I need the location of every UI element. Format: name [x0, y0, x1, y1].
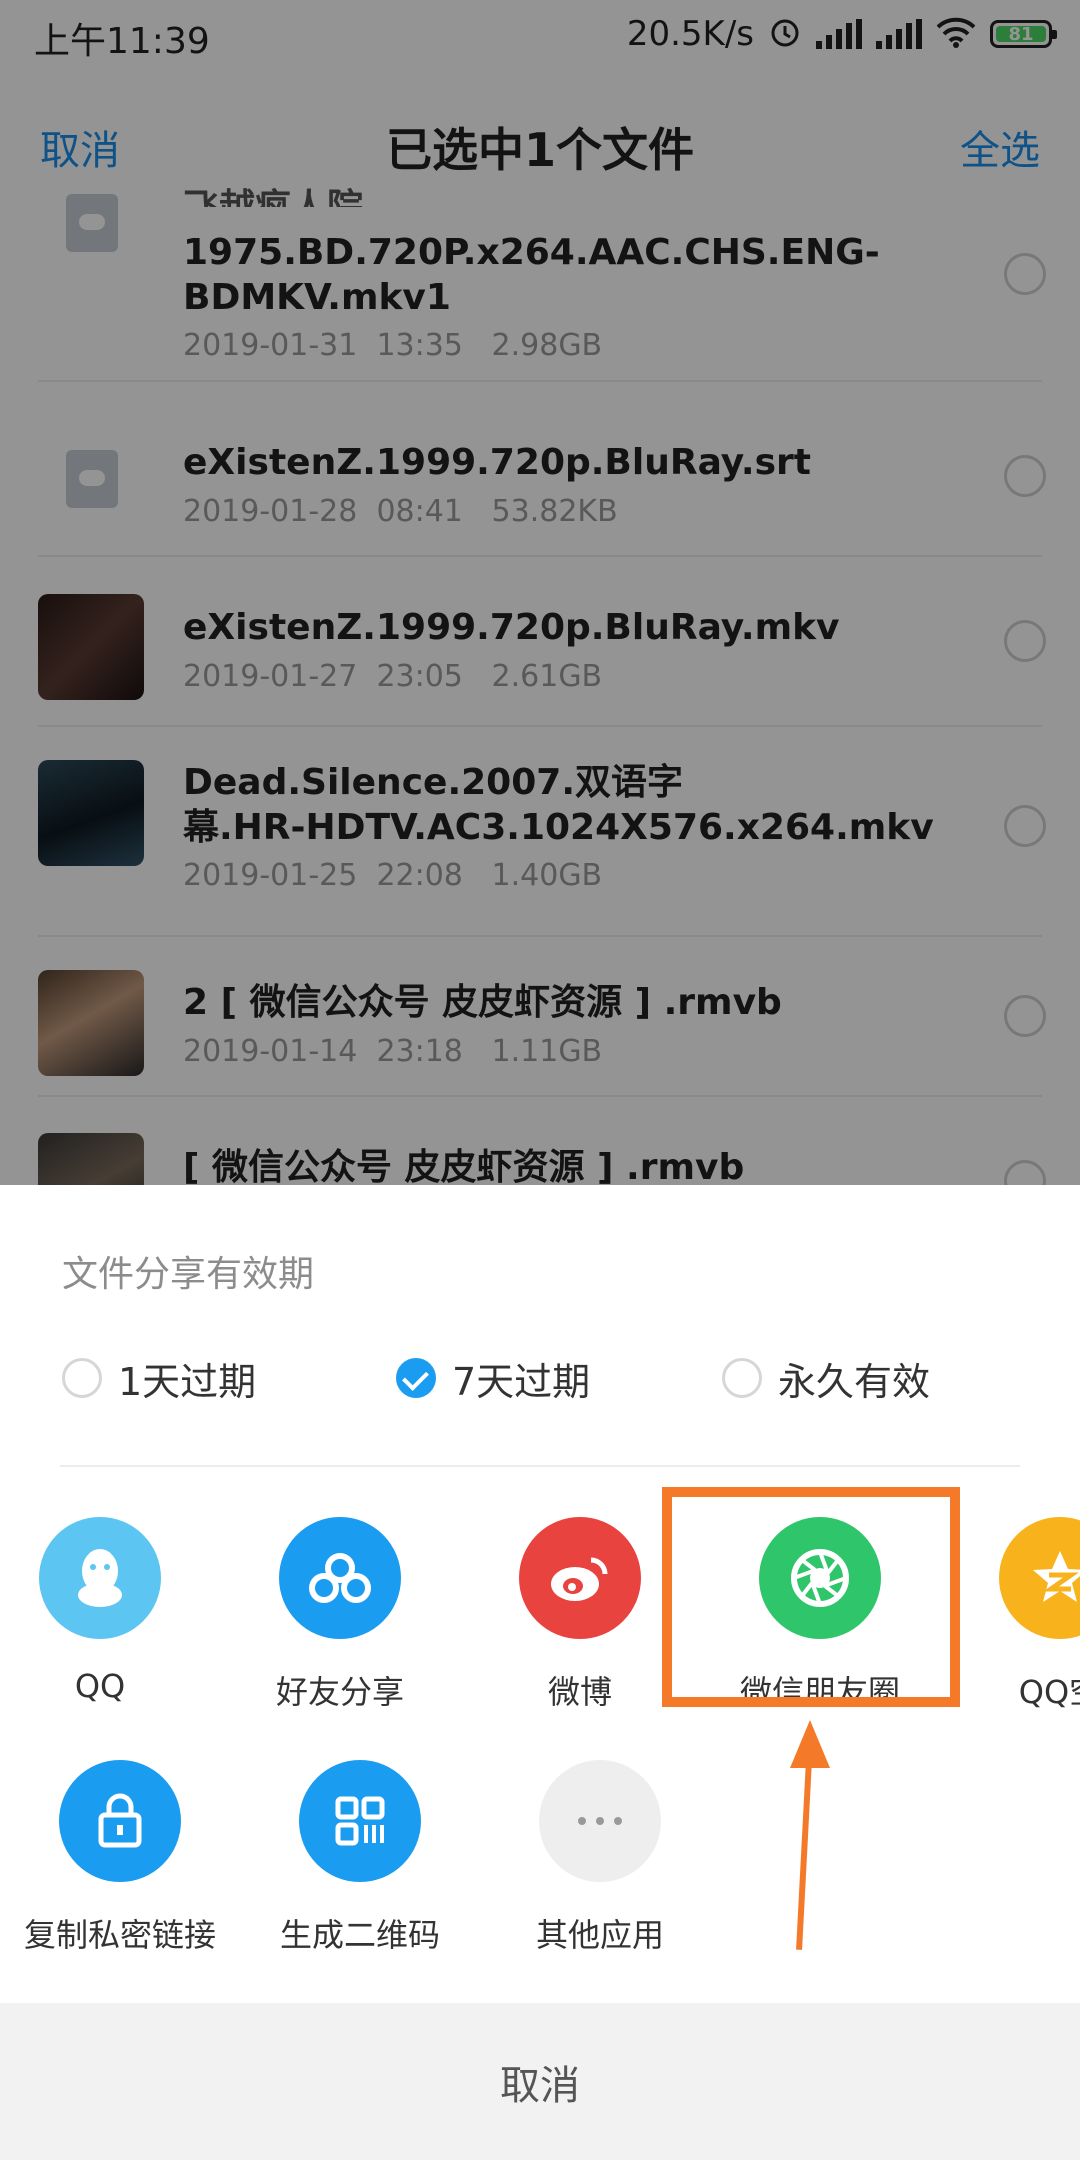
generate-qrcode[interactable]: 生成二维码 [260, 1760, 460, 1956]
more-icon [539, 1760, 661, 1882]
radio-checked-icon [396, 1358, 436, 1398]
dim-overlay[interactable] [0, 0, 1080, 1185]
expiry-option-forever[interactable]: 永久有效 [722, 1355, 930, 1404]
sheet-cancel-button[interactable]: 取消 [0, 2003, 1080, 2160]
copy-private-link[interactable]: 复制私密链接 [20, 1760, 220, 1956]
share-qzone[interactable]: QQ空 [960, 1517, 1080, 1713]
share-qq[interactable]: QQ [0, 1517, 200, 1705]
expiry-title: 文件分享有效期 [62, 1254, 315, 1295]
qzone-icon [999, 1517, 1080, 1639]
divider [60, 1465, 1020, 1467]
other-apps[interactable]: 其他应用 [500, 1760, 700, 1956]
qq-icon [39, 1517, 161, 1639]
expiry-option-7day[interactable]: 7天过期 [396, 1355, 590, 1404]
qrcode-icon [299, 1760, 421, 1882]
weibo-icon [519, 1517, 641, 1639]
friend-share-icon [279, 1517, 401, 1639]
highlight-box [662, 1487, 960, 1707]
radio-icon [62, 1358, 102, 1398]
lock-icon [59, 1760, 181, 1882]
expiry-option-1day[interactable]: 1天过期 [62, 1355, 256, 1404]
share-friend[interactable]: 好友分享 [240, 1517, 440, 1713]
share-weibo[interactable]: 微博 [480, 1517, 680, 1713]
radio-icon [722, 1358, 762, 1398]
